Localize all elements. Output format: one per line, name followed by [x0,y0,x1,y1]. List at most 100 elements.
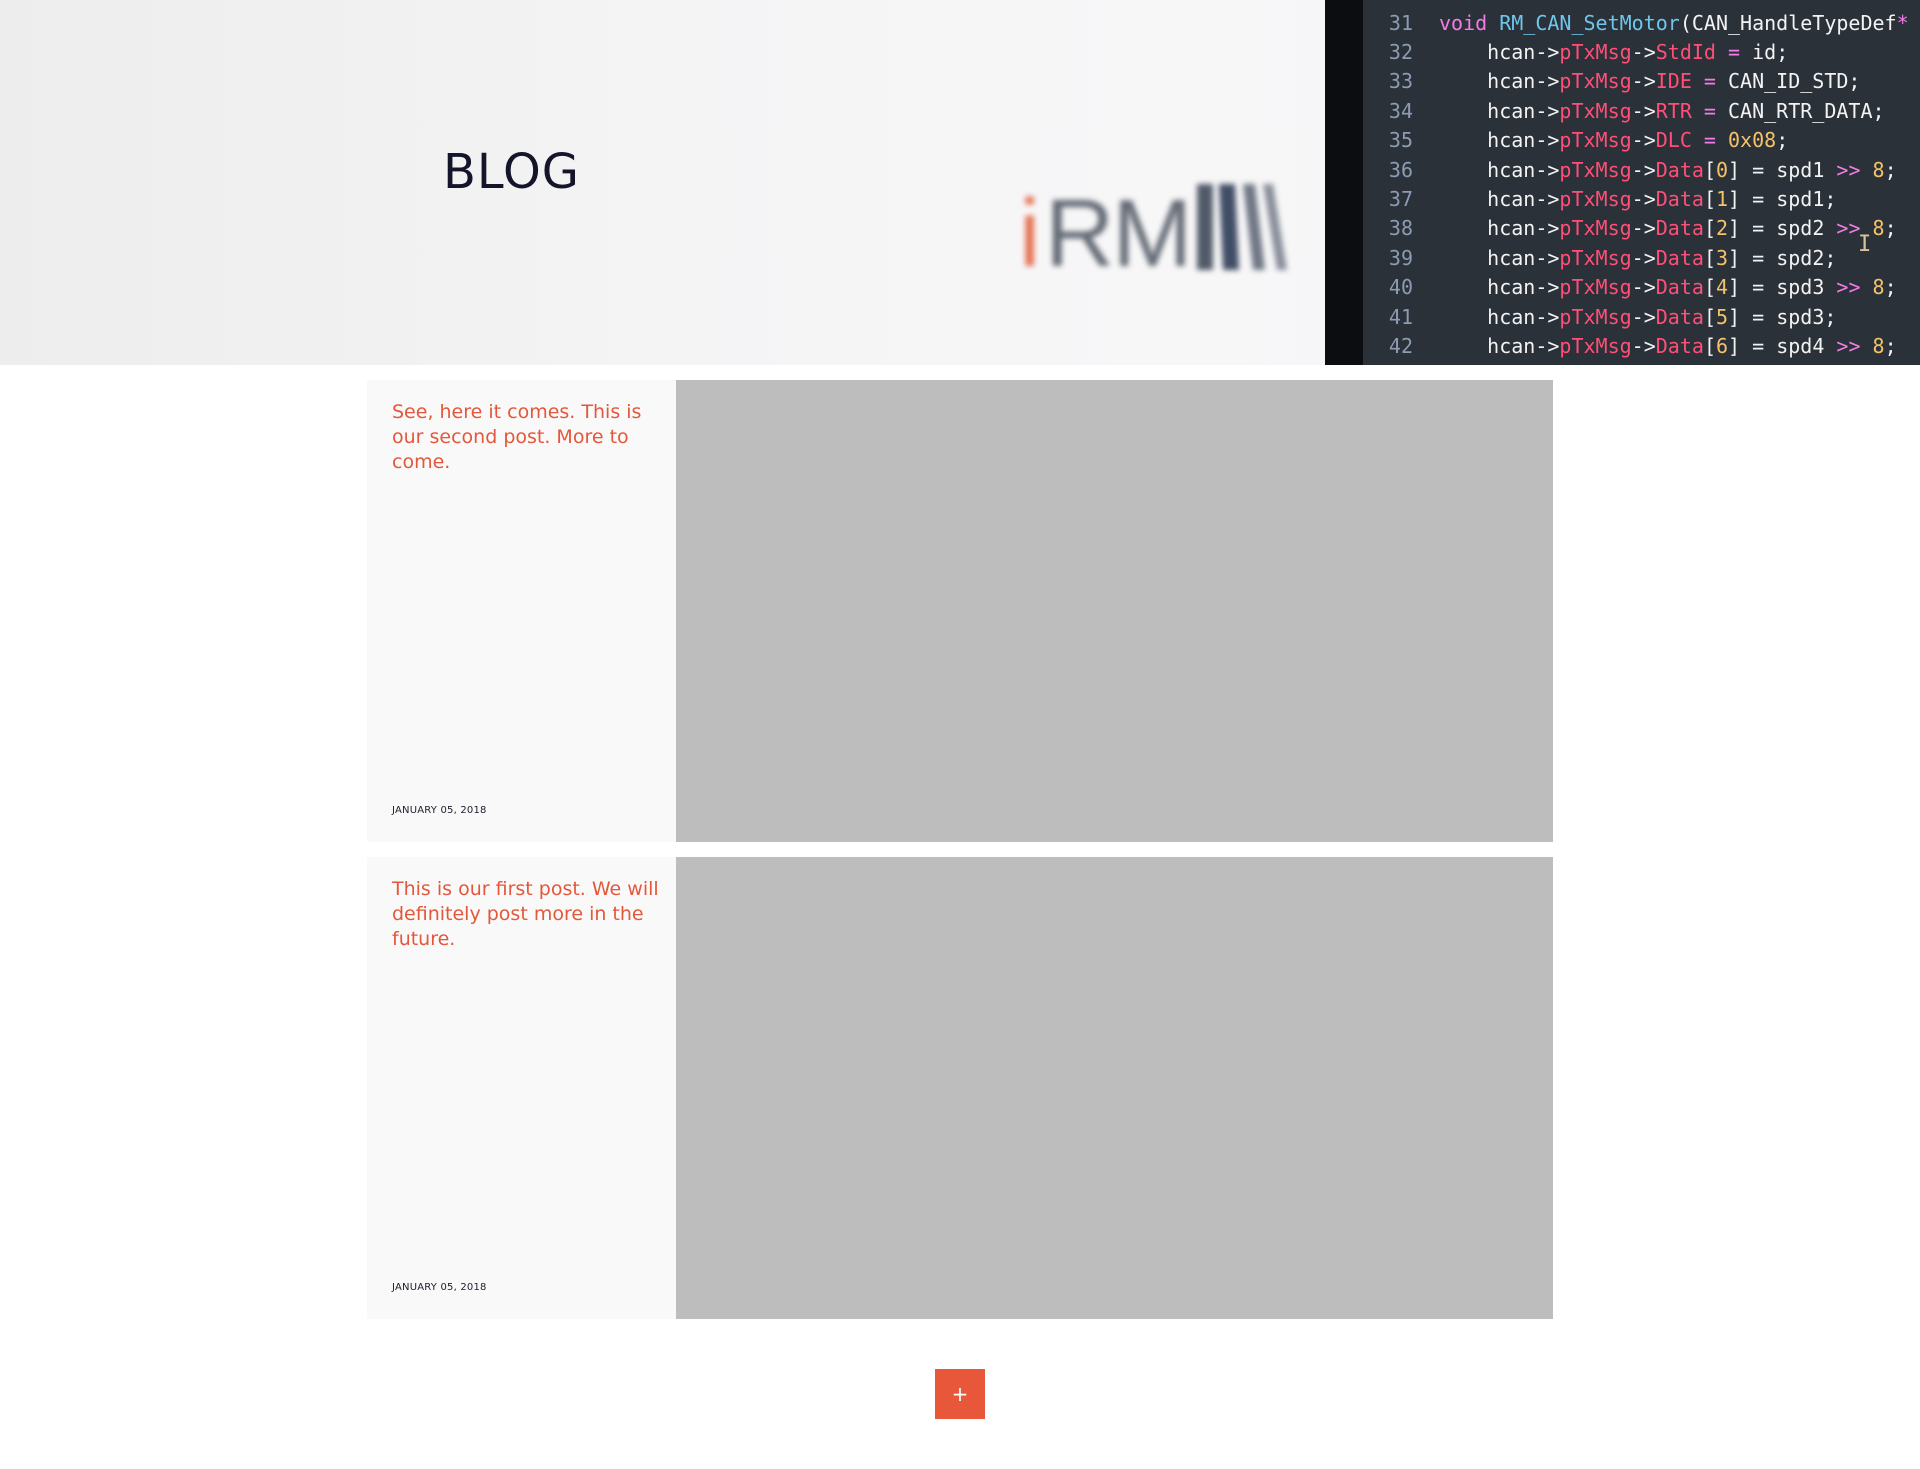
code-editor-image: 31 void RM_CAN_SetMotor(CAN_HandleTypeDef… [1325,0,1920,365]
code-token: 0x08 [1728,128,1777,153]
code-token: ; [1884,216,1897,241]
code-token: = [1715,39,1753,64]
post-text-panel: See, here it comes. This is our second p… [367,380,676,842]
code-text: void RM_CAN_SetMotor(CAN_HandleTypeDef* [1439,9,1909,38]
code-token: pTxMsg [1559,216,1632,241]
code-token: id; [1752,39,1789,64]
post-date: JANUARY 05, 2018 [392,805,487,816]
code-token: (CAN_HandleTypeDef [1679,10,1897,35]
code-line: 33 hcan->pTxMsg->IDE = CAN_ID_STD; [1363,67,1920,96]
code-token: -> [1631,186,1656,211]
code-token: ; [1884,275,1897,300]
line-number: 41 [1388,304,1413,329]
code-line: 31 void RM_CAN_SetMotor(CAN_HandleTypeDef… [1363,9,1920,38]
line-number: 36 [1388,157,1413,182]
code-token: StdId [1655,39,1716,64]
code-token: hcan-> [1439,69,1560,94]
code-token: CAN_RTR_DATA; [1728,98,1885,123]
line-number: 40 [1388,275,1413,300]
code-line: 42 hcan->pTxMsg->Data[6] = spd4 >> 8; [1363,332,1920,361]
code-token: -> [1631,216,1656,241]
code-token: [ [1703,157,1716,182]
code-token: hcan-> [1439,39,1560,64]
post-title[interactable]: See, here it comes. This is our second p… [392,400,662,475]
code-token: 4 [1715,275,1729,300]
code-token: 6 [1715,333,1729,358]
code-token: Data [1655,186,1704,211]
code-token: ; [1884,157,1897,182]
code-token: -> [1631,98,1656,123]
code-token: [ [1703,333,1716,358]
page-title: BLOG [443,144,580,200]
code-token: hcan-> [1439,98,1560,123]
post-card[interactable]: See, here it comes. This is our second p… [367,380,1553,842]
code-token: Data [1655,245,1704,270]
code-token: = [1691,69,1729,94]
code-token: pTxMsg [1559,69,1632,94]
code-token: 8 [1860,275,1885,300]
code-token: ] = spd2 [1728,216,1837,241]
code-token: [ [1703,304,1716,329]
code-token: ; [1884,333,1897,358]
post-image[interactable] [676,857,1553,1319]
code-token: [ [1703,216,1716,241]
code-text: hcan->pTxMsg->Data[4] = spd3 >> 8; [1439,273,1897,302]
code-token: -> [1631,128,1656,153]
code-text: hcan->pTxMsg->Data[5] = spd3; [1439,303,1836,332]
code-token: CAN_ID_STD; [1728,69,1861,94]
plus-icon: + [951,1382,969,1406]
post-card[interactable]: This is our first post. We will definite… [367,857,1553,1319]
code-line: 38 hcan->pTxMsg->Data[2] = spd2 >> 8; [1363,214,1920,243]
code-token: 5 [1715,304,1729,329]
code-token: 8 [1860,157,1885,182]
code-token: Data [1655,304,1704,329]
code-token: RM_CAN_SetMotor [1499,10,1680,35]
code-line: 34 hcan->pTxMsg->RTR = CAN_RTR_DATA; [1363,97,1920,126]
code-token: -> [1631,275,1656,300]
code-token: >> [1836,275,1861,300]
hero-banner: BLOG i RM 31 void RM_CAN_SetMotor(CAN_Han… [0,0,1920,365]
logo-bar [1263,184,1287,270]
irm-logo: i RM [1015,174,1287,282]
code-text: hcan->pTxMsg->Data[3] = spd2; [1439,244,1836,273]
code-token: IDE [1655,69,1692,94]
code-token: ] = spd4 [1728,333,1837,358]
logo-bar [1219,184,1239,270]
code-token: [ [1703,186,1716,211]
code-text: hcan->pTxMsg->IDE = CAN_ID_STD; [1439,67,1860,96]
code-token: ] = spd3; [1728,304,1837,329]
code-token: -> [1631,245,1656,270]
code-token: Data [1655,157,1704,182]
code-token: ] = spd3 [1728,275,1837,300]
code-line: 40 hcan->pTxMsg->Data[4] = spd3 >> 8; [1363,273,1920,302]
code-token: >> [1836,216,1861,241]
code-token: Data [1655,275,1704,300]
line-number: 37 [1388,186,1413,211]
code-text: hcan->pTxMsg->Data[6] = spd4 >> 8; [1439,332,1897,361]
load-more-button[interactable]: + [935,1369,985,1419]
code-text: hcan->pTxMsg->Data[0] = spd1 >> 8; [1439,156,1897,185]
line-number: 31 [1388,10,1413,35]
code-token: 1 [1715,186,1729,211]
code-token: [ [1703,275,1716,300]
code-token: hcan-> [1439,245,1560,270]
code-token: -> [1631,39,1656,64]
code-token: ] = spd1; [1728,186,1837,211]
code-text: hcan->pTxMsg->RTR = CAN_RTR_DATA; [1439,97,1885,126]
code-token: ; [1776,128,1789,153]
code-text: hcan->pTxMsg->Data[2] = spd2 >> 8; [1439,214,1897,243]
code-text: hcan->pTxMsg->DLC = 0x08; [1439,126,1788,155]
text-cursor-icon: I [1858,232,1872,257]
line-number: 38 [1388,216,1413,241]
logo-bar [1197,184,1213,270]
code-token: >> [1836,333,1861,358]
code-token: -> [1631,333,1656,358]
code-token: 0 [1715,157,1729,182]
code-token: hcan-> [1439,157,1560,182]
logo-bar [1243,184,1265,270]
code-token: hcan-> [1439,333,1560,358]
post-text-panel: This is our first post. We will definite… [367,857,676,1319]
post-image[interactable] [676,380,1553,842]
code-token: -> [1631,157,1656,182]
post-title[interactable]: This is our first post. We will definite… [392,877,662,952]
